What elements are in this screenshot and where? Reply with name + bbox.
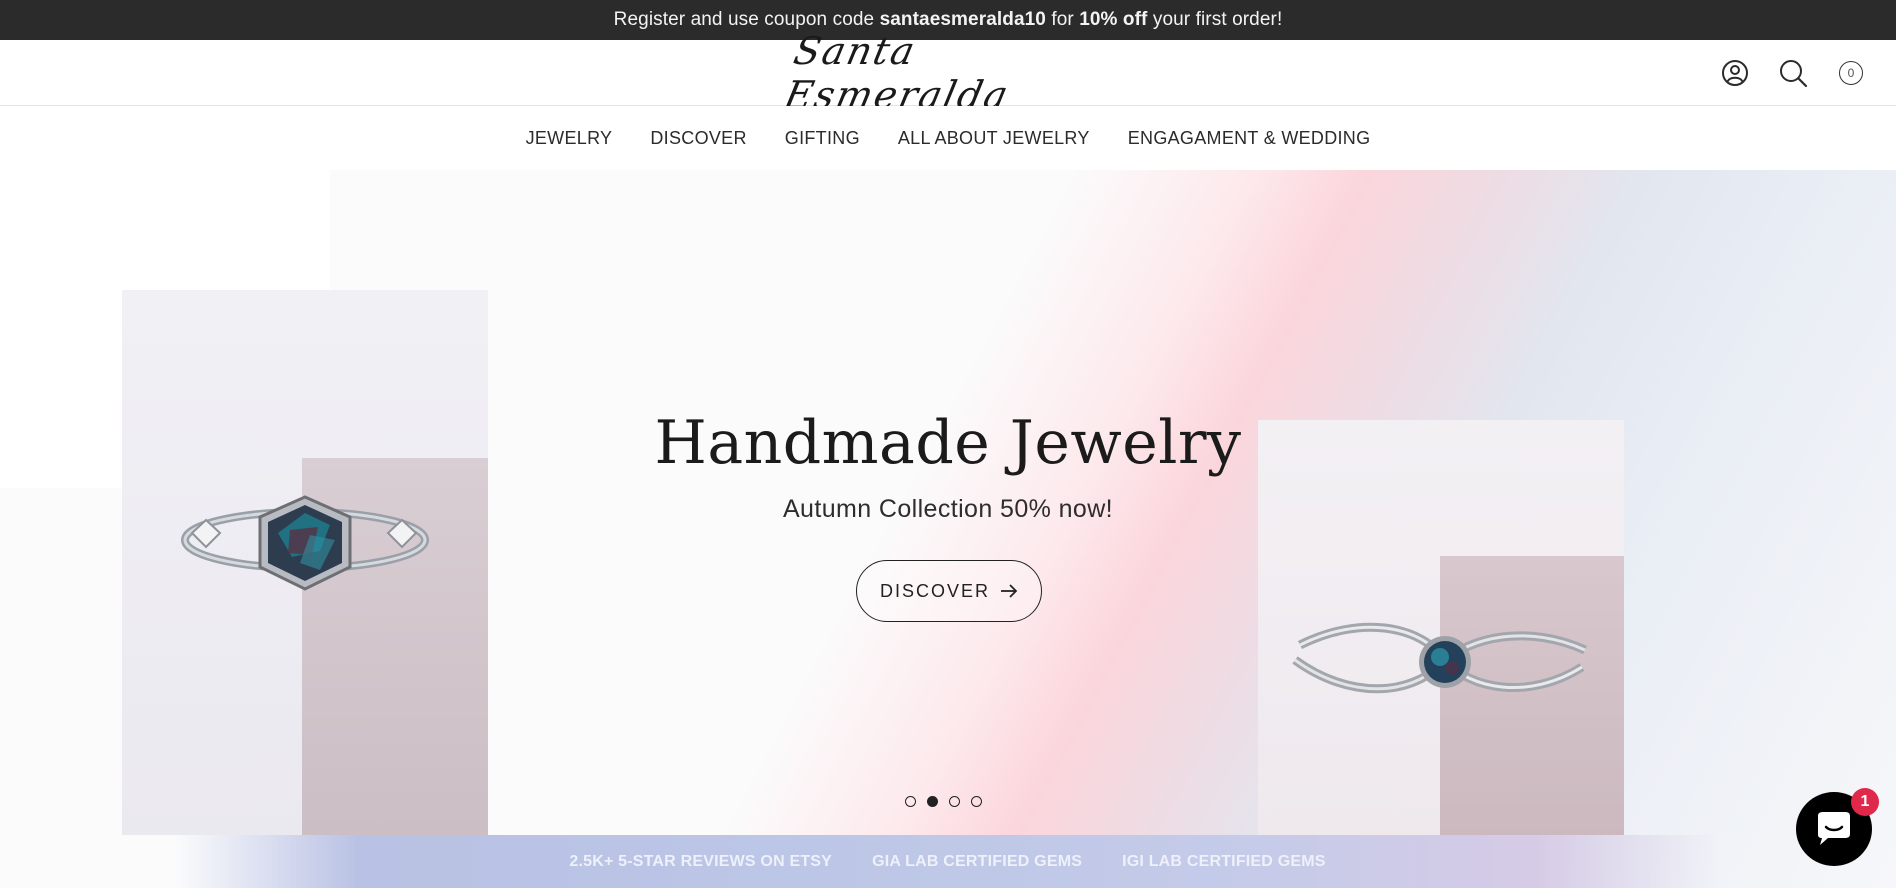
coupon-code: santaesmeralda10 <box>879 9 1046 30</box>
chat-icon <box>1818 812 1850 845</box>
hero-title: Handmade Jewelry <box>654 408 1242 478</box>
account-icon[interactable] <box>1720 58 1750 88</box>
nav-item-discover[interactable]: DISCOVER <box>631 128 765 149</box>
trust-item-gia: GIA LAB CERTIFIED GEMS <box>872 852 1083 870</box>
announcement-text-1: Register and use coupon code <box>613 9 880 30</box>
header-icons: 0 <box>1720 58 1866 88</box>
slide-dot-3[interactable] <box>949 796 960 807</box>
trust-item-igi: IGI LAB CERTIFIED GEMS <box>1122 852 1326 870</box>
trust-strip: 2.5K+ 5-STAR REVIEWS ON ETSY GIA LAB CER… <box>175 835 1720 888</box>
slide-dot-4[interactable] <box>971 796 982 807</box>
cart-count: 0 <box>1839 61 1863 85</box>
trust-item-etsy-reviews: 2.5K+ 5-STAR REVIEWS ON ETSY <box>569 852 833 870</box>
slide-dot-2[interactable] <box>927 796 938 807</box>
slide-pagination <box>905 796 982 807</box>
slide-dot-1[interactable] <box>905 796 916 807</box>
main-nav: JEWELRY DISCOVER GIFTING ALL ABOUT JEWEL… <box>0 106 1896 170</box>
chat-notification-badge: 1 <box>1851 788 1879 816</box>
hero-subtitle: Autumn Collection 50% now! <box>782 495 1114 523</box>
announcement-text-2: for <box>1045 9 1080 30</box>
arrow-right-icon <box>1001 584 1018 598</box>
cart-icon[interactable]: 0 <box>1836 58 1866 88</box>
nav-item-gifting[interactable]: GIFTING <box>766 128 879 149</box>
site-header: Santa Esmeralda 0 <box>0 29 1896 117</box>
search-icon[interactable] <box>1778 58 1808 88</box>
site-logo[interactable]: Santa Esmeralda <box>781 29 1075 117</box>
nav-item-all-about-jewelry[interactable]: ALL ABOUT JEWELRY <box>879 128 1109 149</box>
nav-item-jewelry[interactable]: JEWELRY <box>507 128 632 149</box>
announcement-text-3: your first order! <box>1147 9 1283 30</box>
twist-ring-image <box>1292 622 1587 694</box>
discover-button[interactable]: DISCOVER <box>856 560 1042 622</box>
discover-button-label: DISCOVER <box>879 580 991 601</box>
logo-text: Santa Esmeralda <box>780 29 1014 117</box>
nav-item-engagement-wedding[interactable]: ENGAGAMENT & WEDDING <box>1109 128 1390 149</box>
discount-amount: 10% off <box>1079 9 1148 30</box>
